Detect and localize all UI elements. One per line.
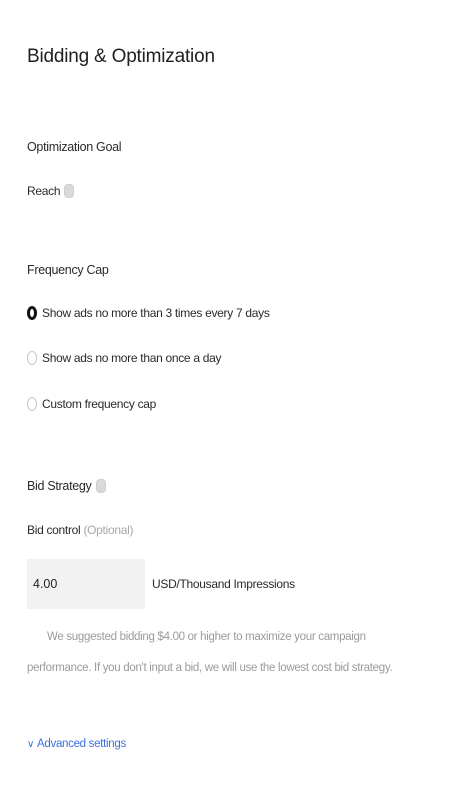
frequency-option-label: Show ads no more than once a day [42,351,222,365]
optimization-goal-row: Reach [27,184,75,198]
bid-amount-input[interactable] [27,559,145,609]
advanced-settings-link[interactable]: ∨ Advanced settings [27,738,126,750]
bid-control-label: Bid control [27,523,81,537]
bid-strategy-label: Bid Strategy [27,479,92,493]
frequency-option-label: Custom frequency cap [42,397,157,411]
info-icon[interactable] [64,184,75,198]
frequency-option-3-per-7-days[interactable]: Show ads no more than 3 times every 7 da… [27,306,270,320]
optional-tag: (Optional) [83,523,134,537]
radio-unselected-icon[interactable] [27,397,37,411]
bid-strategy-row: Bid Strategy [27,479,106,493]
chevron-down-icon: ∨ [27,738,35,750]
bid-control-label-row: Bid control (Optional) [27,523,133,537]
frequency-option-once-a-day[interactable]: Show ads no more than once a day [27,351,222,365]
bid-hint-text: We suggested bidding $4.00 or higher to … [27,631,393,674]
section-title: Bidding & Optimization [27,46,215,67]
advanced-settings-label: Advanced settings [37,738,126,750]
bid-unit-label: USD/Thousand Impressions [152,577,295,591]
frequency-option-label: Show ads no more than 3 times every 7 da… [42,306,270,320]
info-icon[interactable] [95,479,106,493]
optimization-goal-label: Optimization Goal [27,140,122,154]
optimization-goal-value: Reach [27,184,61,198]
frequency-cap-label: Frequency Cap [27,263,109,277]
frequency-option-custom[interactable]: Custom frequency cap [27,397,156,411]
radio-unselected-icon[interactable] [27,351,37,365]
radio-selected-icon[interactable] [27,306,37,320]
